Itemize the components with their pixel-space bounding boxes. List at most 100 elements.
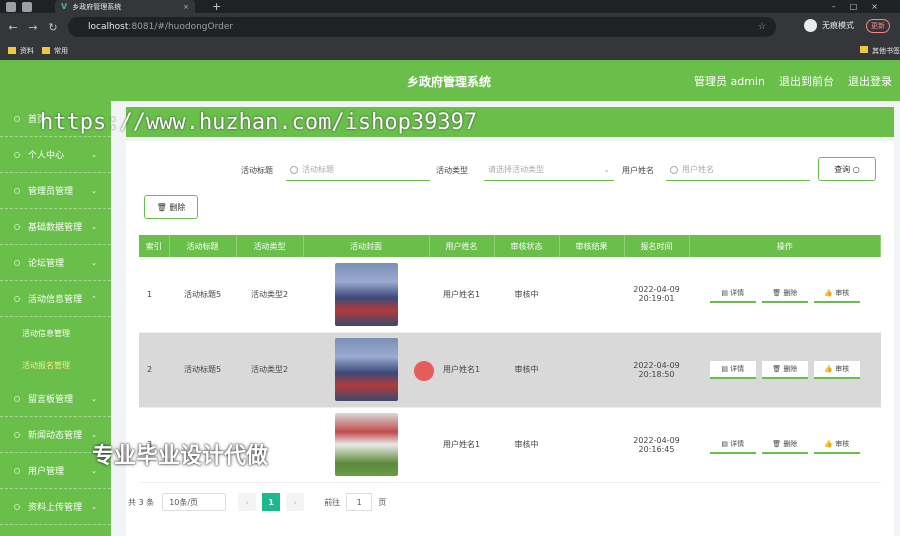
document-icon: ▤ [721, 364, 731, 373]
text-watermark: 专业毕业设计代做 [92, 444, 269, 469]
bookmark-item[interactable]: 资料 [20, 46, 34, 56]
detail-label: 详情 [730, 439, 745, 448]
table-row[interactable]: 2 活动标题5 活动类型2 用户姓名1 审核中 2022-04-09 20:18:… [139, 332, 881, 408]
close-tab-icon[interactable]: × [183, 3, 189, 11]
back-to-front-link[interactable]: 退出到前台 [779, 73, 834, 89]
logout-link[interactable]: 退出登录 [848, 73, 892, 89]
search-icon [670, 165, 678, 174]
content-panel: 活动标题 活动标题 活动类型 请选择活动类型 ⌄ 用户姓名 用户姓名 查询 ○ 🗑… [126, 141, 894, 536]
title-search-input[interactable]: 活动标题 [286, 159, 430, 181]
col-actions: 操作 [689, 235, 881, 257]
trash-icon: 🗑 [772, 439, 784, 448]
cell-actions: ▤ 详情 🗑 删除 👍 审核 [689, 332, 881, 408]
total-count: 共 3 条 [128, 497, 155, 507]
cell-cover [303, 407, 429, 483]
review-label: 审核 [835, 439, 850, 448]
sidebar-item-forum[interactable]: 论坛管理 ⌄ [0, 245, 111, 281]
header-links: 管理员 admin 退出到前台 退出登录 [694, 73, 892, 89]
delete-label: 删除 [169, 202, 186, 212]
review-button[interactable]: 👍 审核 [813, 285, 860, 304]
incognito-indicator[interactable]: 无痕模式 [804, 19, 854, 32]
menu-icon [14, 115, 20, 122]
tab-list-icon[interactable] [22, 1, 32, 12]
sidebar-item-admins[interactable]: 管理员管理 ⌄ [0, 173, 111, 209]
cell-actions: ▤ 详情 🗑 删除 👍 审核 [689, 407, 881, 483]
menu-icon [14, 395, 20, 402]
col-time: 报名时间 [624, 235, 690, 257]
search-icon: ○ [852, 164, 860, 174]
sidebar-item-messages[interactable]: 留言板管理 ⌄ [0, 381, 111, 417]
bookmark-star-icon[interactable]: ☆ [758, 22, 766, 32]
url-host: localhost [88, 22, 129, 32]
batch-delete-button[interactable]: 🗑 删除 [144, 195, 198, 219]
detail-button[interactable]: ▤ 详情 [709, 360, 756, 379]
tab-title: 乡政府管理系统 [72, 2, 122, 11]
browser-tab[interactable]: V 乡政府管理系统 × [55, 0, 195, 13]
cell-status: 审核中 [494, 257, 559, 333]
reload-icon[interactable]: ↻ [46, 21, 60, 34]
back-icon[interactable]: ← [6, 21, 20, 34]
next-page-button[interactable]: › [286, 493, 305, 511]
col-cover: 活动封面 [303, 235, 430, 257]
type-filter-label: 活动类型 [436, 166, 468, 175]
review-button[interactable]: 👍 审核 [813, 435, 860, 454]
cell-user: 用户姓名1 [429, 257, 494, 333]
page-size-select[interactable]: 10条/页 [162, 493, 227, 511]
sidebar-item-profile[interactable]: 个人中心 ⌄ [0, 137, 111, 173]
delete-row-button[interactable]: 🗑 删除 [761, 435, 808, 454]
sidebar-subitem-activity-signup[interactable]: 活动报名管理 [0, 349, 111, 381]
chevron-down-icon: ⌄ [91, 258, 97, 267]
col-title: 活动标题 [169, 235, 237, 257]
menu-icon [14, 503, 20, 510]
sidebar-item-activity[interactable]: 活动信息管理 ⌃ [0, 281, 111, 317]
forward-icon[interactable]: → [26, 21, 40, 34]
bookmark-item[interactable]: 常用 [54, 46, 68, 56]
cell-result [559, 407, 624, 483]
app-header: 乡政府管理系统 管理员 admin 退出到前台 退出登录 [0, 60, 900, 101]
chevron-down-icon: ⌄ [91, 502, 97, 511]
vue-logo-icon: V [61, 2, 68, 11]
detail-button[interactable]: ▤ 详情 [709, 435, 756, 454]
detail-label: 详情 [730, 289, 745, 298]
sidebar-item-label: 新闻动态管理 [28, 431, 83, 441]
type-select[interactable]: 请选择活动类型 ⌄ [484, 159, 614, 181]
chevron-down-icon: ⌄ [603, 165, 610, 174]
thumb-up-icon: 👍 [824, 289, 836, 298]
table-header-row: 索引 活动标题 活动类型 活动封面 用户姓名 审核状态 审核结果 报名时间 操作 [139, 235, 881, 257]
cell-cover [303, 257, 429, 333]
sidebar-item-label: 资料上传管理 [28, 503, 83, 513]
delete-row-button[interactable]: 🗑 删除 [761, 360, 808, 379]
sidebar-item-basedata[interactable]: 基础数据管理 ⌄ [0, 209, 111, 245]
time-clock: 20:19:01 [638, 294, 675, 304]
browser-menu-icon[interactable] [6, 1, 16, 12]
query-button[interactable]: 查询 ○ [818, 157, 876, 181]
user-search-input[interactable]: 用户姓名 [666, 159, 810, 181]
review-button[interactable]: 👍 审核 [813, 360, 860, 379]
menu-icon [14, 151, 20, 158]
delete-row-button[interactable]: 🗑 删除 [761, 285, 808, 304]
title-placeholder: 活动标题 [302, 165, 334, 174]
time-date: 2022-04-09 [633, 360, 680, 370]
cell-time: 2022-04-09 20:19:01 [624, 257, 689, 333]
activity-cover-image [334, 413, 398, 476]
delete-label: 删除 [783, 439, 798, 448]
chevron-down-icon: ⌄ [91, 150, 97, 159]
update-button[interactable]: 更新 [866, 19, 890, 33]
goto-page-input[interactable]: 1 [346, 493, 373, 511]
new-tab-button[interactable]: + [212, 0, 221, 13]
detail-button[interactable]: ▤ 详情 [709, 285, 756, 304]
sidebar-item-uploads[interactable]: 资料上传管理 ⌄ [0, 489, 111, 525]
window-controls[interactable]: –□× [832, 0, 892, 13]
other-bookmarks[interactable]: 其他书签 [872, 47, 900, 55]
sidebar-subitem-activity-info[interactable]: 活动信息管理 [0, 317, 111, 349]
current-page[interactable]: 1 [262, 493, 281, 511]
sidebar-item-label: 个人中心 [28, 151, 65, 161]
table-row[interactable]: 1 活动标题5 活动类型2 用户姓名1 审核中 2022-04-09 20:19:… [139, 257, 881, 333]
time-date: 2022-04-09 [633, 285, 680, 295]
user-filter-label: 用户姓名 [622, 166, 654, 175]
menu-icon [14, 187, 20, 194]
col-type: 活动类型 [236, 235, 304, 257]
url-field[interactable]: localhost:8081/#/huodongOrder ☆ [68, 17, 776, 37]
prev-page-button[interactable]: ‹ [238, 493, 257, 511]
menu-icon [14, 467, 20, 474]
